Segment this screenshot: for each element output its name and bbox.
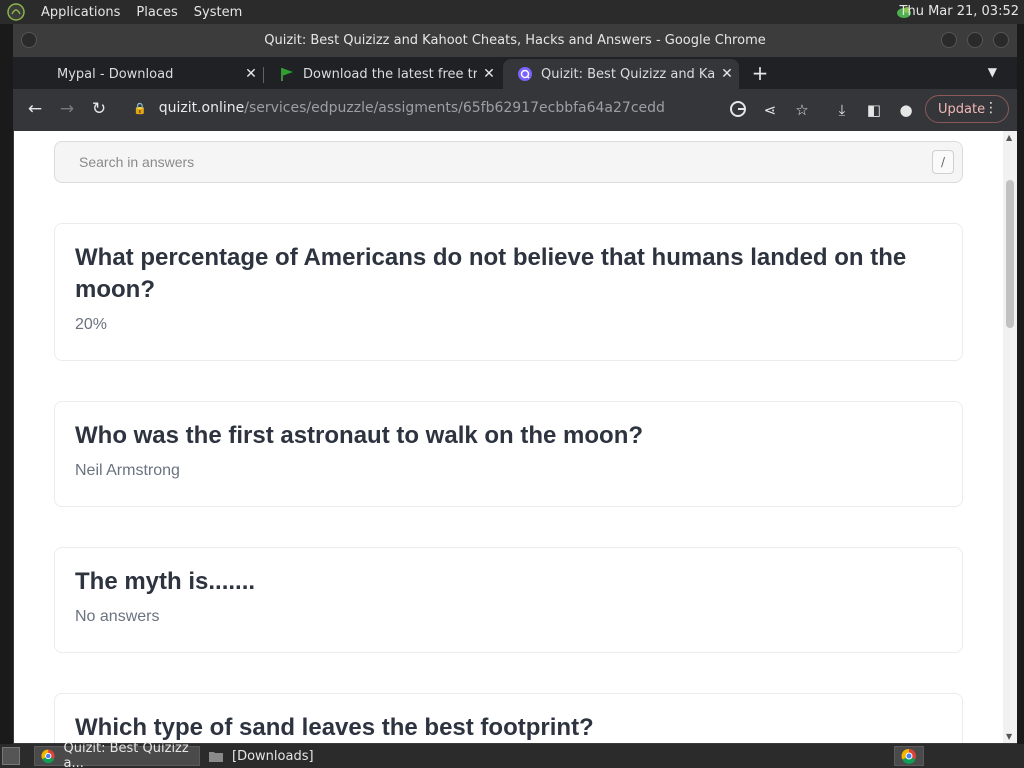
side-panel-icon[interactable]: ◧: [864, 100, 884, 120]
tab-download-trial[interactable]: Download the latest free trial ✕: [265, 59, 501, 89]
question-card: Which type of sand leaves the best footp…: [54, 693, 963, 743]
close-window-icon[interactable]: [993, 32, 1009, 48]
menu-places[interactable]: Places: [128, 5, 185, 20]
window-titlebar[interactable]: Quizit: Best Quizizz and Kahoot Cheats, …: [13, 24, 1017, 57]
browser-toolbar: ← → ↻ 🔒 quizit.online/services/edpuzzle/…: [13, 89, 1017, 131]
mate-logo-icon[interactable]: [7, 3, 25, 21]
chrome-icon: [41, 749, 55, 764]
quizit-favicon-icon: [518, 67, 532, 81]
new-tab-icon[interactable]: +: [749, 63, 771, 85]
tray-chrome-icon[interactable]: [894, 746, 924, 766]
page-viewport: / What percentage of Americans do not be…: [14, 131, 1017, 743]
lock-icon[interactable]: 🔒: [133, 102, 147, 115]
taskbar-item-label: [Downloads]: [232, 748, 314, 764]
profile-avatar-icon[interactable]: ●: [896, 100, 916, 120]
share-icon[interactable]: ⋖: [760, 100, 780, 120]
show-desktop-icon[interactable]: [2, 747, 20, 765]
green-flag-favicon-icon: [281, 68, 293, 81]
menu-applications[interactable]: Applications: [33, 5, 128, 20]
update-button[interactable]: Update ⋮: [925, 95, 1009, 123]
blank-favicon-icon: [33, 66, 49, 82]
question-text: What percentage of Americans do not beli…: [75, 244, 907, 303]
clock[interactable]: Thu Mar 21, 03:52: [900, 4, 1019, 19]
download-icon[interactable]: ⤓: [832, 100, 852, 120]
tab-search-chevron-icon[interactable]: ▼: [988, 65, 997, 79]
question-card: Who was the first astronaut to walk on t…: [54, 401, 963, 507]
window-menu-icon[interactable]: [21, 32, 37, 48]
forward-arrow-icon[interactable]: →: [57, 99, 77, 119]
taskbar-item-label: Quizit: Best Quizizz a...: [63, 741, 189, 768]
window-title: Quizit: Best Quizizz and Kahoot Cheats, …: [264, 33, 766, 48]
menu-system[interactable]: System: [186, 5, 250, 20]
tab-mypal-download[interactable]: Mypal - Download ✕: [19, 59, 263, 89]
question-text: Who was the first astronaut to walk on t…: [75, 422, 644, 449]
scroll-up-icon[interactable]: ▲: [1006, 133, 1012, 142]
desktop-top-panel: Applications Places System Thu Mar 21, 0…: [0, 0, 1024, 24]
tab-strip: Mypal - Download ✕ Download the latest f…: [13, 57, 1017, 89]
desktop-taskbar: Quizit: Best Quizizz a... [Downloads]: [0, 741, 1024, 768]
url-host: quizit.online: [158, 100, 245, 116]
scrollbar-thumb[interactable]: [1006, 180, 1014, 328]
close-tab-icon[interactable]: ✕: [239, 66, 263, 82]
reload-icon[interactable]: ↻: [89, 99, 109, 119]
tab-quizit[interactable]: Quizit: Best Quizizz and Kahoot Cheats, …: [503, 59, 739, 89]
search-answers-input[interactable]: [55, 154, 895, 170]
taskbar-item-chrome[interactable]: Quizit: Best Quizizz a...: [34, 741, 200, 768]
answer-text: 20%: [75, 316, 108, 333]
search-shortcut-key: /: [932, 150, 954, 174]
taskbar-item-downloads[interactable]: [Downloads]: [202, 746, 382, 766]
url-path: /services/edpuzzle/assigments/65fb62917e…: [244, 100, 665, 116]
answer-text: No answers: [75, 608, 160, 625]
update-label: Update: [938, 101, 986, 117]
answers-search-box[interactable]: /: [54, 141, 963, 183]
close-tab-icon[interactable]: ✕: [715, 66, 739, 82]
folder-icon: [209, 752, 223, 762]
back-arrow-icon[interactable]: ←: [25, 99, 45, 119]
address-bar[interactable]: 🔒 quizit.online/services/edpuzzle/assigm…: [129, 93, 665, 123]
question-card: The myth is....... No answers: [54, 547, 963, 653]
maximize-icon[interactable]: [967, 32, 983, 48]
bookmark-star-icon[interactable]: ☆: [792, 100, 812, 120]
close-tab-icon[interactable]: ✕: [477, 66, 501, 82]
question-text: The myth is.......: [75, 568, 256, 595]
more-menu-icon[interactable]: ⋮: [984, 100, 998, 116]
tab-title: Quizit: Best Quizizz and Kahoot Cheats, …: [541, 66, 715, 82]
answer-text: Neil Armstrong: [75, 462, 180, 479]
page-scrollbar[interactable]: ▲ ▼: [1003, 131, 1017, 743]
google-lens-icon[interactable]: [728, 100, 748, 120]
question-text: Which type of sand leaves the best footp…: [75, 714, 594, 741]
tab-title: Download the latest free trial: [303, 66, 477, 82]
scroll-down-icon[interactable]: ▼: [1006, 732, 1012, 741]
minimize-icon[interactable]: [941, 32, 957, 48]
tab-title: Mypal - Download: [57, 66, 174, 82]
question-card: What percentage of Americans do not beli…: [54, 223, 963, 361]
tab-separator: [263, 67, 264, 83]
